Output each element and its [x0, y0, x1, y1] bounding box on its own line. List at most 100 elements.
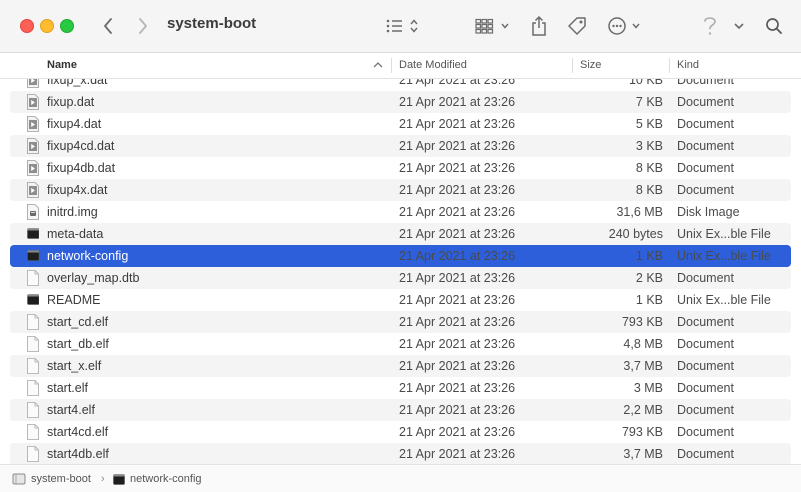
file-row[interactable]: fixup.dat 21 Apr 2021 at 23:26 7 KB Documen…	[10, 91, 791, 113]
file-row[interactable]: network-config 21 Apr 2021 at 23:26 1 KB Un…	[10, 245, 791, 267]
file-name: network-config	[47, 249, 129, 263]
file-row[interactable]: initrd.img 21 Apr 2021 at 23:26 31,6 MB Dis…	[10, 201, 791, 223]
column-name-header[interactable]: Name	[47, 53, 77, 78]
file-name: start4db.elf	[47, 447, 109, 461]
group-button[interactable]	[473, 14, 513, 38]
file-size: 4,8 MB	[623, 337, 663, 351]
terminal-file-icon	[27, 226, 40, 242]
blank-file-icon	[27, 270, 39, 286]
file-name: start_x.elf	[47, 359, 102, 373]
file-size: 5 KB	[635, 117, 663, 131]
file-size: 1 KB	[635, 249, 663, 263]
back-button[interactable]	[98, 14, 118, 38]
zoom-button[interactable]	[60, 19, 74, 33]
file-name: start4cd.elf	[47, 425, 109, 439]
file-name: fixup4x.dat	[47, 183, 108, 197]
column-kind-header[interactable]: Kind	[677, 53, 699, 78]
column-divider[interactable]	[391, 58, 392, 73]
action-menu-button[interactable]	[606, 14, 644, 38]
file-kind: Document	[677, 183, 734, 197]
file-row[interactable]: README 21 Apr 2021 at 23:26 1 KB Unix Ex...…	[10, 289, 791, 311]
file-kind: Document	[677, 403, 734, 417]
blank-file-icon	[27, 358, 39, 374]
file-row[interactable]: start_db.elf 21 Apr 2021 at 23:26 4,8 MB Do…	[10, 333, 791, 355]
tags-button[interactable]	[565, 14, 589, 38]
disk-image-icon	[27, 204, 39, 220]
question-mark-icon	[704, 17, 716, 35]
terminal-file-icon	[27, 248, 40, 264]
file-row[interactable]: start4cd.elf 21 Apr 2021 at 23:26 793 KB Do…	[10, 421, 791, 443]
file-kind: Document	[677, 95, 734, 109]
file-row[interactable]: fixup4db.dat 21 Apr 2021 at 23:26 8 KB Docu…	[10, 157, 791, 179]
dat-file-icon	[27, 138, 39, 154]
path-segment-network-config[interactable]: network-config	[113, 465, 202, 492]
file-row[interactable]: start.elf 21 Apr 2021 at 23:26 3 MB Documen…	[10, 377, 791, 399]
view-options-button[interactable]	[383, 14, 423, 38]
chevron-down-icon	[734, 23, 744, 30]
tag-icon	[568, 17, 586, 35]
blank-file-icon	[27, 336, 39, 352]
close-button[interactable]	[20, 19, 34, 33]
column-header: Name Date Modified Size Kind	[0, 53, 801, 79]
dat-file-icon	[27, 182, 39, 198]
file-row[interactable]: fixup4.dat 21 Apr 2021 at 23:26 5 KB Docume…	[10, 113, 791, 135]
file-name: initrd.img	[47, 205, 98, 219]
file-size: 2 KB	[635, 271, 663, 285]
file-kind: Document	[677, 381, 734, 395]
file-name: start4.elf	[47, 403, 95, 417]
file-size: 31,6 MB	[616, 205, 663, 219]
file-row[interactable]: start4db.elf 21 Apr 2021 at 23:26 3,7 MB Do…	[10, 443, 791, 464]
file-row[interactable]: start_cd.elf 21 Apr 2021 at 23:26 793 KB Do…	[10, 311, 791, 333]
blank-file-icon	[27, 424, 39, 440]
finder-window: system-boot Name Date Modified Size Kind…	[0, 0, 801, 492]
file-row[interactable]: fixup4cd.dat 21 Apr 2021 at 23:26 3 KB Docu…	[10, 135, 791, 157]
file-date-modified: 21 Apr 2021 at 23:26	[399, 271, 516, 285]
column-divider[interactable]	[669, 58, 670, 73]
file-date-modified: 21 Apr 2021 at 23:26	[399, 79, 516, 87]
file-date-modified: 21 Apr 2021 at 23:26	[399, 425, 516, 439]
file-date-modified: 21 Apr 2021 at 23:26	[399, 205, 516, 219]
help-button[interactable]	[700, 14, 720, 38]
file-size: 3,7 MB	[623, 359, 663, 373]
blank-file-icon	[27, 402, 39, 418]
file-kind: Document	[677, 359, 734, 373]
file-size: 8 KB	[635, 161, 663, 175]
file-date-modified: 21 Apr 2021 at 23:26	[399, 447, 516, 461]
file-row[interactable]: start4.elf 21 Apr 2021 at 23:26 2,2 MB Docu…	[10, 399, 791, 421]
search-button[interactable]	[763, 14, 785, 38]
file-date-modified: 21 Apr 2021 at 23:26	[399, 183, 516, 197]
column-size-header[interactable]: Size	[580, 53, 601, 78]
toolbar: system-boot	[0, 0, 801, 53]
file-name: start.elf	[47, 381, 88, 395]
overflow-button[interactable]	[730, 14, 748, 38]
file-row[interactable]: fixup4x.dat 21 Apr 2021 at 23:26 8 KB Docum…	[10, 179, 791, 201]
file-name: fixup4.dat	[47, 117, 102, 131]
file-name: overlay_map.dtb	[47, 271, 140, 285]
window-title: system-boot	[167, 15, 257, 32]
file-size: 10 KB	[628, 79, 663, 87]
ellipsis-circle-icon	[608, 17, 640, 35]
file-date-modified: 21 Apr 2021 at 23:26	[399, 227, 516, 241]
file-name: fixup4cd.dat	[47, 139, 115, 153]
path-segment-label: network-config	[130, 473, 202, 485]
file-size: 793 KB	[621, 315, 663, 329]
terminal-file-icon	[113, 473, 125, 485]
file-size: 7 KB	[635, 95, 663, 109]
file-date-modified: 21 Apr 2021 at 23:26	[399, 315, 516, 329]
dat-file-icon	[27, 79, 39, 88]
forward-button[interactable]	[133, 14, 153, 38]
file-row[interactable]: overlay_map.dtb 21 Apr 2021 at 23:26 2 KB D…	[10, 267, 791, 289]
file-row[interactable]: fixup_x.dat 21 Apr 2021 at 23:26 10 KB Docu…	[10, 79, 791, 91]
blank-file-icon	[27, 446, 39, 462]
file-row[interactable]: meta-data 21 Apr 2021 at 23:26 240 bytes Un…	[10, 223, 791, 245]
column-date-header[interactable]: Date Modified	[399, 53, 467, 78]
path-segment-system-boot[interactable]: system-boot	[12, 465, 91, 492]
column-divider[interactable]	[572, 58, 573, 73]
file-list: fixup_x.dat 21 Apr 2021 at 23:26 10 KB Docu…	[0, 79, 801, 464]
file-kind: Document	[677, 161, 734, 175]
minimize-button[interactable]	[40, 19, 54, 33]
file-row[interactable]: start_x.elf 21 Apr 2021 at 23:26 3,7 MB Doc…	[10, 355, 791, 377]
path-segment-label: system-boot	[31, 473, 91, 485]
share-button[interactable]	[528, 14, 550, 38]
file-size: 8 KB	[635, 183, 663, 197]
